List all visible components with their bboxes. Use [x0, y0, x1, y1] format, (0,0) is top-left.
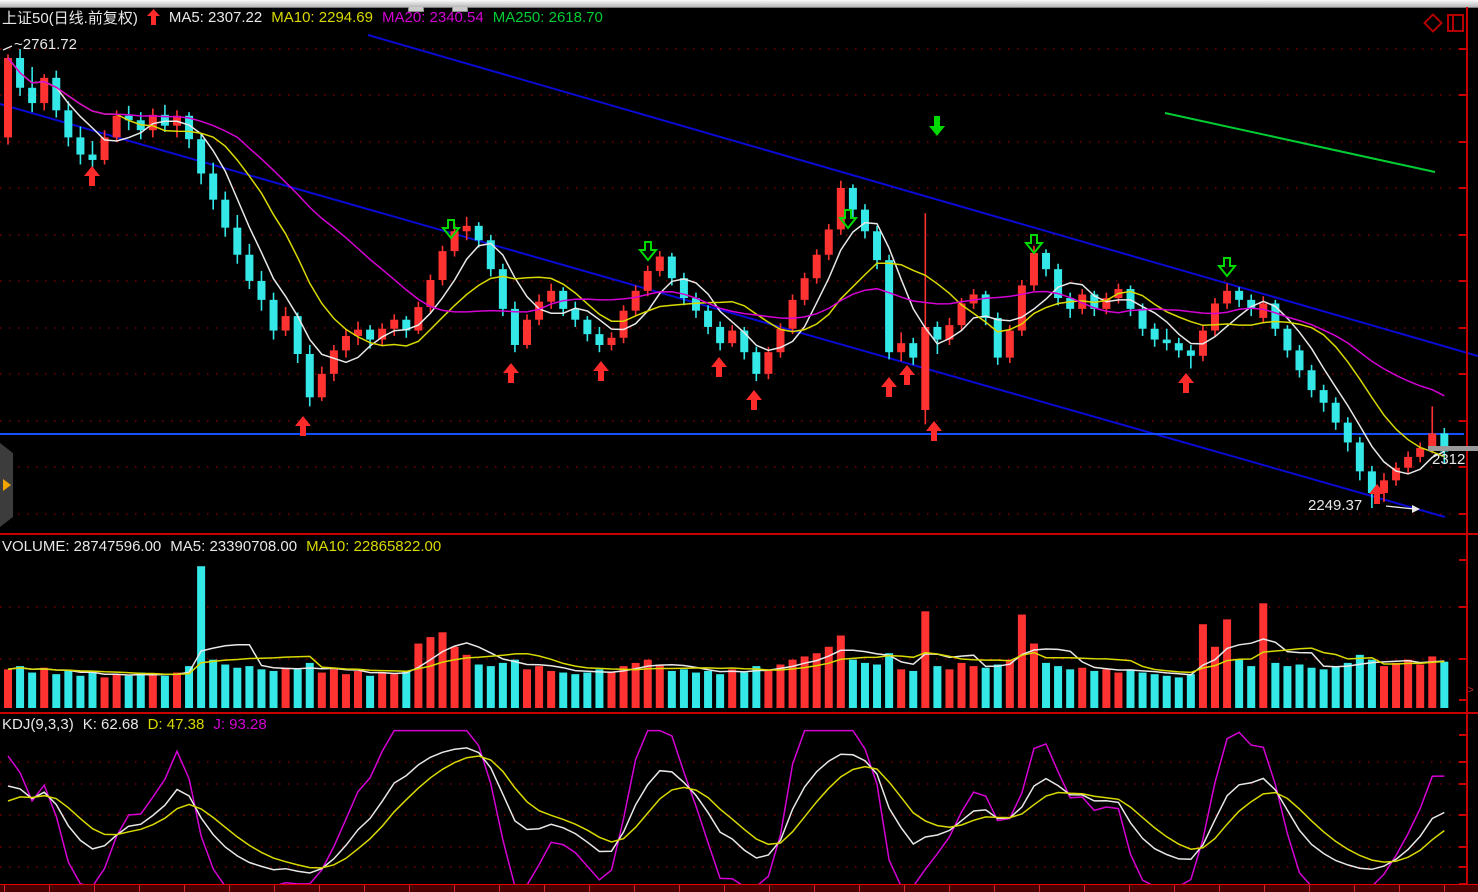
- sidebar-expand-handle[interactable]: [0, 443, 13, 527]
- ma20-readout: MA20: 2340.54: [382, 9, 484, 26]
- chart-canvas[interactable]: [0, 0, 1478, 892]
- last-price-label: 2312: [1432, 451, 1465, 468]
- k-value-readout: K: 62.68: [83, 716, 139, 733]
- stock-chart-window: 上证50(日线.前复权) MA5: 2307.22 MA10: 2294.69 MA…: [0, 0, 1478, 892]
- main-pane-header: 上证50(日线.前复权) MA5: 2307.22 MA10: 2294.69 MA…: [2, 8, 603, 26]
- candles: [4, 49, 1448, 508]
- trendlines: [0, 35, 1478, 517]
- d-value-readout: D: 47.38: [148, 716, 205, 733]
- main-grid: [0, 49, 1464, 514]
- ma250-readout: MA250: 2618.70: [493, 9, 603, 26]
- kdj-params-readout: KDJ(9,3,3): [2, 716, 74, 733]
- pane-splitter-volume[interactable]: [0, 533, 1478, 535]
- ma10-readout: MA10: 2294.69: [271, 9, 373, 26]
- split-window-icon[interactable]: [1447, 14, 1464, 32]
- volume-pane-header: VOLUME: 28747596.00 MA5: 23390708.00 MA10:…: [2, 537, 441, 555]
- vol-ma5-readout: MA5: 23390708.00: [170, 538, 297, 555]
- kdj-k-line: [8, 748, 1444, 873]
- kdj-d-line: [8, 756, 1444, 868]
- ma250-line: [1165, 113, 1435, 172]
- up-arrow-icon: [147, 9, 160, 25]
- kdj-pane-header: KDJ(9,3,3) K: 62.68 D: 47.38 J: 93.28: [2, 715, 267, 733]
- volume-grid: [0, 607, 1464, 659]
- ma5-line: [8, 58, 1444, 474]
- instrument-title: 上证50(日线.前复权): [2, 7, 138, 28]
- period-low-label: 2249.37: [1308, 497, 1362, 514]
- pane-splitter-kdj[interactable]: [0, 712, 1478, 714]
- low-pointer-arrow: [1386, 505, 1420, 513]
- j-value-readout: J: 93.28: [213, 716, 266, 733]
- ma5-readout: MA5: 2307.22: [169, 9, 262, 26]
- volume-bars: [4, 566, 1448, 708]
- high-tick-mark: [3, 46, 12, 50]
- vol-ma10-readout: MA10: 22865822.00: [306, 538, 441, 555]
- period-high-label: ~2761.72: [14, 36, 77, 53]
- kdj-j-line: [8, 731, 1444, 887]
- pane-collapse-marker[interactable]: >: [1468, 685, 1474, 696]
- expand-arrow-icon: [3, 479, 11, 491]
- kdj-grid: [0, 762, 1464, 867]
- volume-readout: VOLUME: 28747596.00: [2, 538, 161, 555]
- time-axis-strip: [0, 884, 1478, 892]
